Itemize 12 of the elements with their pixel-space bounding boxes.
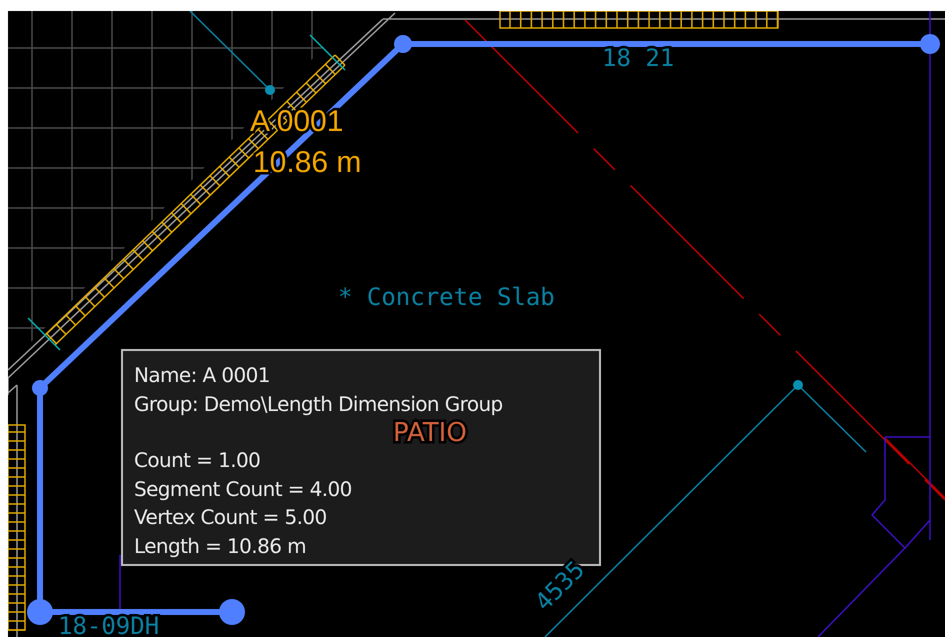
tooltip-text: Group: Demo\Length Dimension Group	[134, 390, 504, 418]
snap-point-icon	[265, 85, 275, 95]
tooltip-text: Name: A 0001	[134, 362, 271, 389]
tooltip-text: Length = 10.86 m	[134, 532, 307, 560]
tooltip-text: Count = 1.00	[134, 447, 262, 474]
dimension-label: 18-09DH	[58, 612, 160, 637]
area-label: * Concrete Slab	[338, 283, 555, 311]
dimension-label: 18 21	[602, 44, 674, 72]
tooltip-text: Vertex Count = 5.00	[134, 504, 328, 531]
tooltip-text: Segment Count = 4.00	[134, 476, 353, 502]
snap-point-icon	[793, 380, 803, 390]
room-label: PATIO	[393, 418, 467, 448]
